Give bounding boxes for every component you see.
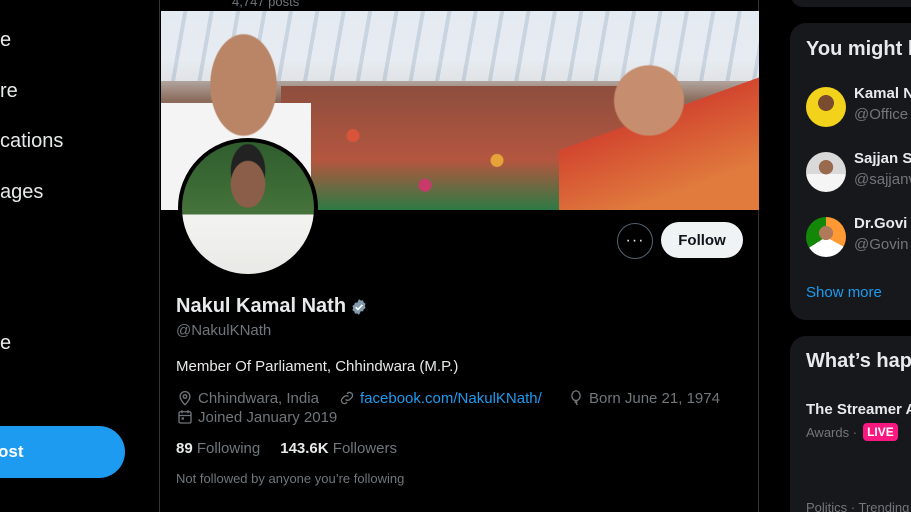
posts-count: 4,747 posts — [232, 0, 300, 9]
nav-home[interactable]: e — [0, 29, 11, 52]
show-more-link[interactable]: Show more — [806, 284, 882, 301]
suggestion-avatar[interactable] — [806, 87, 846, 127]
profile-column: 4,747 posts ··· Follow Nakul Kamal Nath … — [159, 0, 759, 512]
profile-location: Chhindwara, India — [176, 389, 319, 407]
followers-label: Followers — [332, 440, 397, 457]
search-box-stub[interactable] — [790, 0, 911, 7]
live-badge: LIVE — [863, 423, 898, 441]
trend-category: Politics · Trending — [806, 500, 910, 512]
suggestion-name[interactable]: Kamal N — [854, 85, 911, 102]
trend-title[interactable]: The Streamer A — [806, 401, 911, 418]
more-icon: ··· — [625, 232, 645, 249]
profile-birthday: Born June 21, 1974 — [567, 389, 720, 407]
following-stat[interactable]: 89 Following — [176, 440, 260, 457]
profile-joined: Joined January 2019 — [176, 408, 337, 426]
profile-name-row: Nakul Kamal Nath — [176, 295, 368, 318]
suggestion-name[interactable]: Dr.Govi — [854, 215, 908, 232]
follow-button[interactable]: Follow — [661, 222, 743, 258]
suggestion-handle: @Govin — [854, 236, 909, 253]
left-nav: e re cations ages e ost — [0, 0, 160, 512]
who-to-follow-panel: You might l Kamal N @Office Sajjan S @sa… — [790, 23, 911, 320]
nav-explore[interactable]: re — [0, 80, 18, 103]
profile-website[interactable]: facebook.com/NakulKNath/ — [338, 389, 542, 407]
whats-happening-title: What’s hap — [806, 350, 911, 372]
nav-messages[interactable]: ages — [0, 181, 43, 204]
suggestion-item[interactable]: Dr.Govi @Govin — [806, 215, 908, 257]
suggestion-handle: @sajjanv — [854, 171, 911, 188]
post-button[interactable]: ost — [0, 426, 125, 478]
banner-person-right — [559, 41, 759, 210]
balloon-icon — [571, 390, 581, 406]
trend-context-text: Awards · — [806, 424, 858, 440]
suggestion-name[interactable]: Sajjan S — [854, 150, 911, 167]
profile-handle: @NakulKNath — [176, 322, 272, 339]
following-label: Following — [196, 440, 261, 457]
profile-avatar[interactable] — [178, 138, 318, 278]
joined-text: Joined January 2019 — [198, 408, 338, 426]
website-link[interactable]: facebook.com/NakulKNath/ — [360, 390, 542, 407]
suggestion-item[interactable]: Sajjan S @sajjanv — [806, 150, 911, 192]
location-text: Chhindwara, India — [198, 389, 319, 407]
location-pin-icon — [179, 391, 191, 406]
followers-count: 143.6K — [280, 440, 329, 457]
verified-badge-icon[interactable] — [350, 298, 368, 316]
link-icon — [340, 391, 354, 405]
calendar-icon — [178, 410, 192, 424]
following-count: 89 — [176, 440, 193, 457]
trend-context: Awards · LIVE — [806, 423, 898, 441]
birthday-text: Born June 21, 1974 — [589, 389, 720, 407]
suggestion-avatar[interactable] — [806, 152, 846, 192]
nav-profile[interactable]: e — [0, 332, 11, 355]
profile-stats: 89 Following 143.6K Followers — [176, 440, 397, 457]
nav-notifications[interactable]: cations — [0, 130, 63, 153]
profile-bio: Member Of Parliament, Chhindwara (M.P.) — [176, 358, 459, 375]
suggestion-item[interactable]: Kamal N @Office — [806, 85, 911, 127]
more-options-button[interactable]: ··· — [617, 223, 653, 259]
who-to-follow-title: You might l — [806, 38, 911, 60]
followers-stat[interactable]: 143.6K Followers — [280, 440, 397, 457]
suggestion-handle: @Office — [854, 106, 909, 123]
post-button-label: ost — [0, 442, 24, 461]
profile-name: Nakul Kamal Nath — [176, 295, 347, 317]
suggestion-avatar[interactable] — [806, 217, 846, 257]
not-followed-notice: Not followed by anyone you’re following — [176, 471, 405, 486]
